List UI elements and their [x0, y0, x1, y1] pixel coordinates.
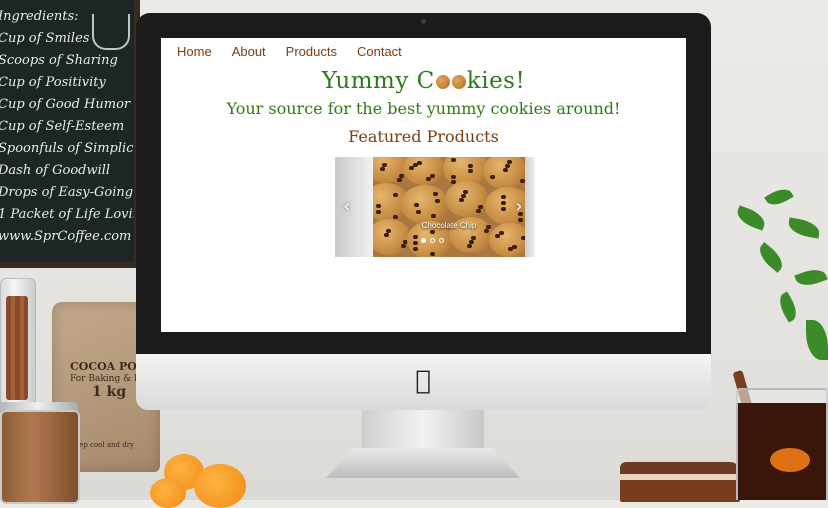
chalkboard-line: www.SprCoffee.com: [0, 229, 132, 244]
chalkboard-sign: Ingredients: Cup of Smiles Scoops of Shari…: [0, 0, 140, 268]
carousel-prev-icon[interactable]: ‹: [339, 197, 355, 217]
main-nav: Home About Products Contact: [177, 44, 422, 60]
chalkboard-line: Scoops of Sharing: [0, 53, 118, 68]
spice-jar: [0, 410, 80, 504]
site-tagline: Your source for the best yummy cookies a…: [226, 99, 621, 118]
orange-slice-in-glass: [770, 448, 810, 472]
chalkboard-line: Drops of Easy-Going: [0, 185, 134, 200]
carousel-dot[interactable]: [439, 238, 444, 243]
cake-slice: [620, 462, 740, 502]
camera-icon: [421, 19, 426, 24]
chalkboard-line: Cup of Positivity: [0, 75, 106, 90]
chocolate-chip-cookie-image: [373, 157, 525, 257]
cookie-icon: [435, 75, 450, 89]
chalkboard-line: Cup of Self-Esteem: [0, 119, 125, 134]
site-logo-text-start: Yummy C: [321, 68, 435, 94]
cinnamon-sticks: [6, 296, 28, 400]
nav-contact[interactable]: Contact: [357, 44, 402, 60]
carousel-caption: Chocolate Chip: [421, 221, 477, 230]
carousel-dot[interactable]: [421, 238, 426, 243]
tea-glass: [736, 388, 828, 500]
chalkboard-line: Dash of Goodwill: [0, 163, 111, 178]
carousel-indicators: [421, 238, 444, 243]
monitor-stand: [362, 410, 484, 450]
chalkboard-line: 1 Packet of Life Loving: [0, 207, 140, 222]
carousel-next-icon[interactable]: ›: [511, 197, 527, 217]
nav-products[interactable]: Products: [286, 44, 337, 60]
monitor-stand-base: [326, 448, 520, 478]
nav-about[interactable]: About: [232, 44, 266, 60]
site-logo-text-end: kies!: [466, 68, 526, 94]
nav-home[interactable]: Home: [177, 44, 212, 60]
cocoa-bag-note: Keep cool and dry: [70, 441, 135, 449]
chalkboard-line: Cup of Good Humor: [0, 97, 131, 112]
featured-products-heading: Featured Products: [348, 127, 499, 146]
product-carousel[interactable]: ‹ › Chocolate Chip: [335, 157, 535, 257]
chalkboard-line: Spoonfuls of Simplicity: [0, 141, 140, 156]
chalk-cup-icon: [92, 14, 130, 50]
apple-logo-icon: : [410, 366, 436, 396]
orange-slices: [150, 448, 260, 508]
site-logo[interactable]: Yummy C kies!: [161, 68, 686, 94]
cookie-icon: [451, 75, 466, 89]
carousel-dot[interactable]: [430, 238, 435, 243]
website-screen: Home About Products Contact Yummy C kies!…: [161, 38, 686, 332]
